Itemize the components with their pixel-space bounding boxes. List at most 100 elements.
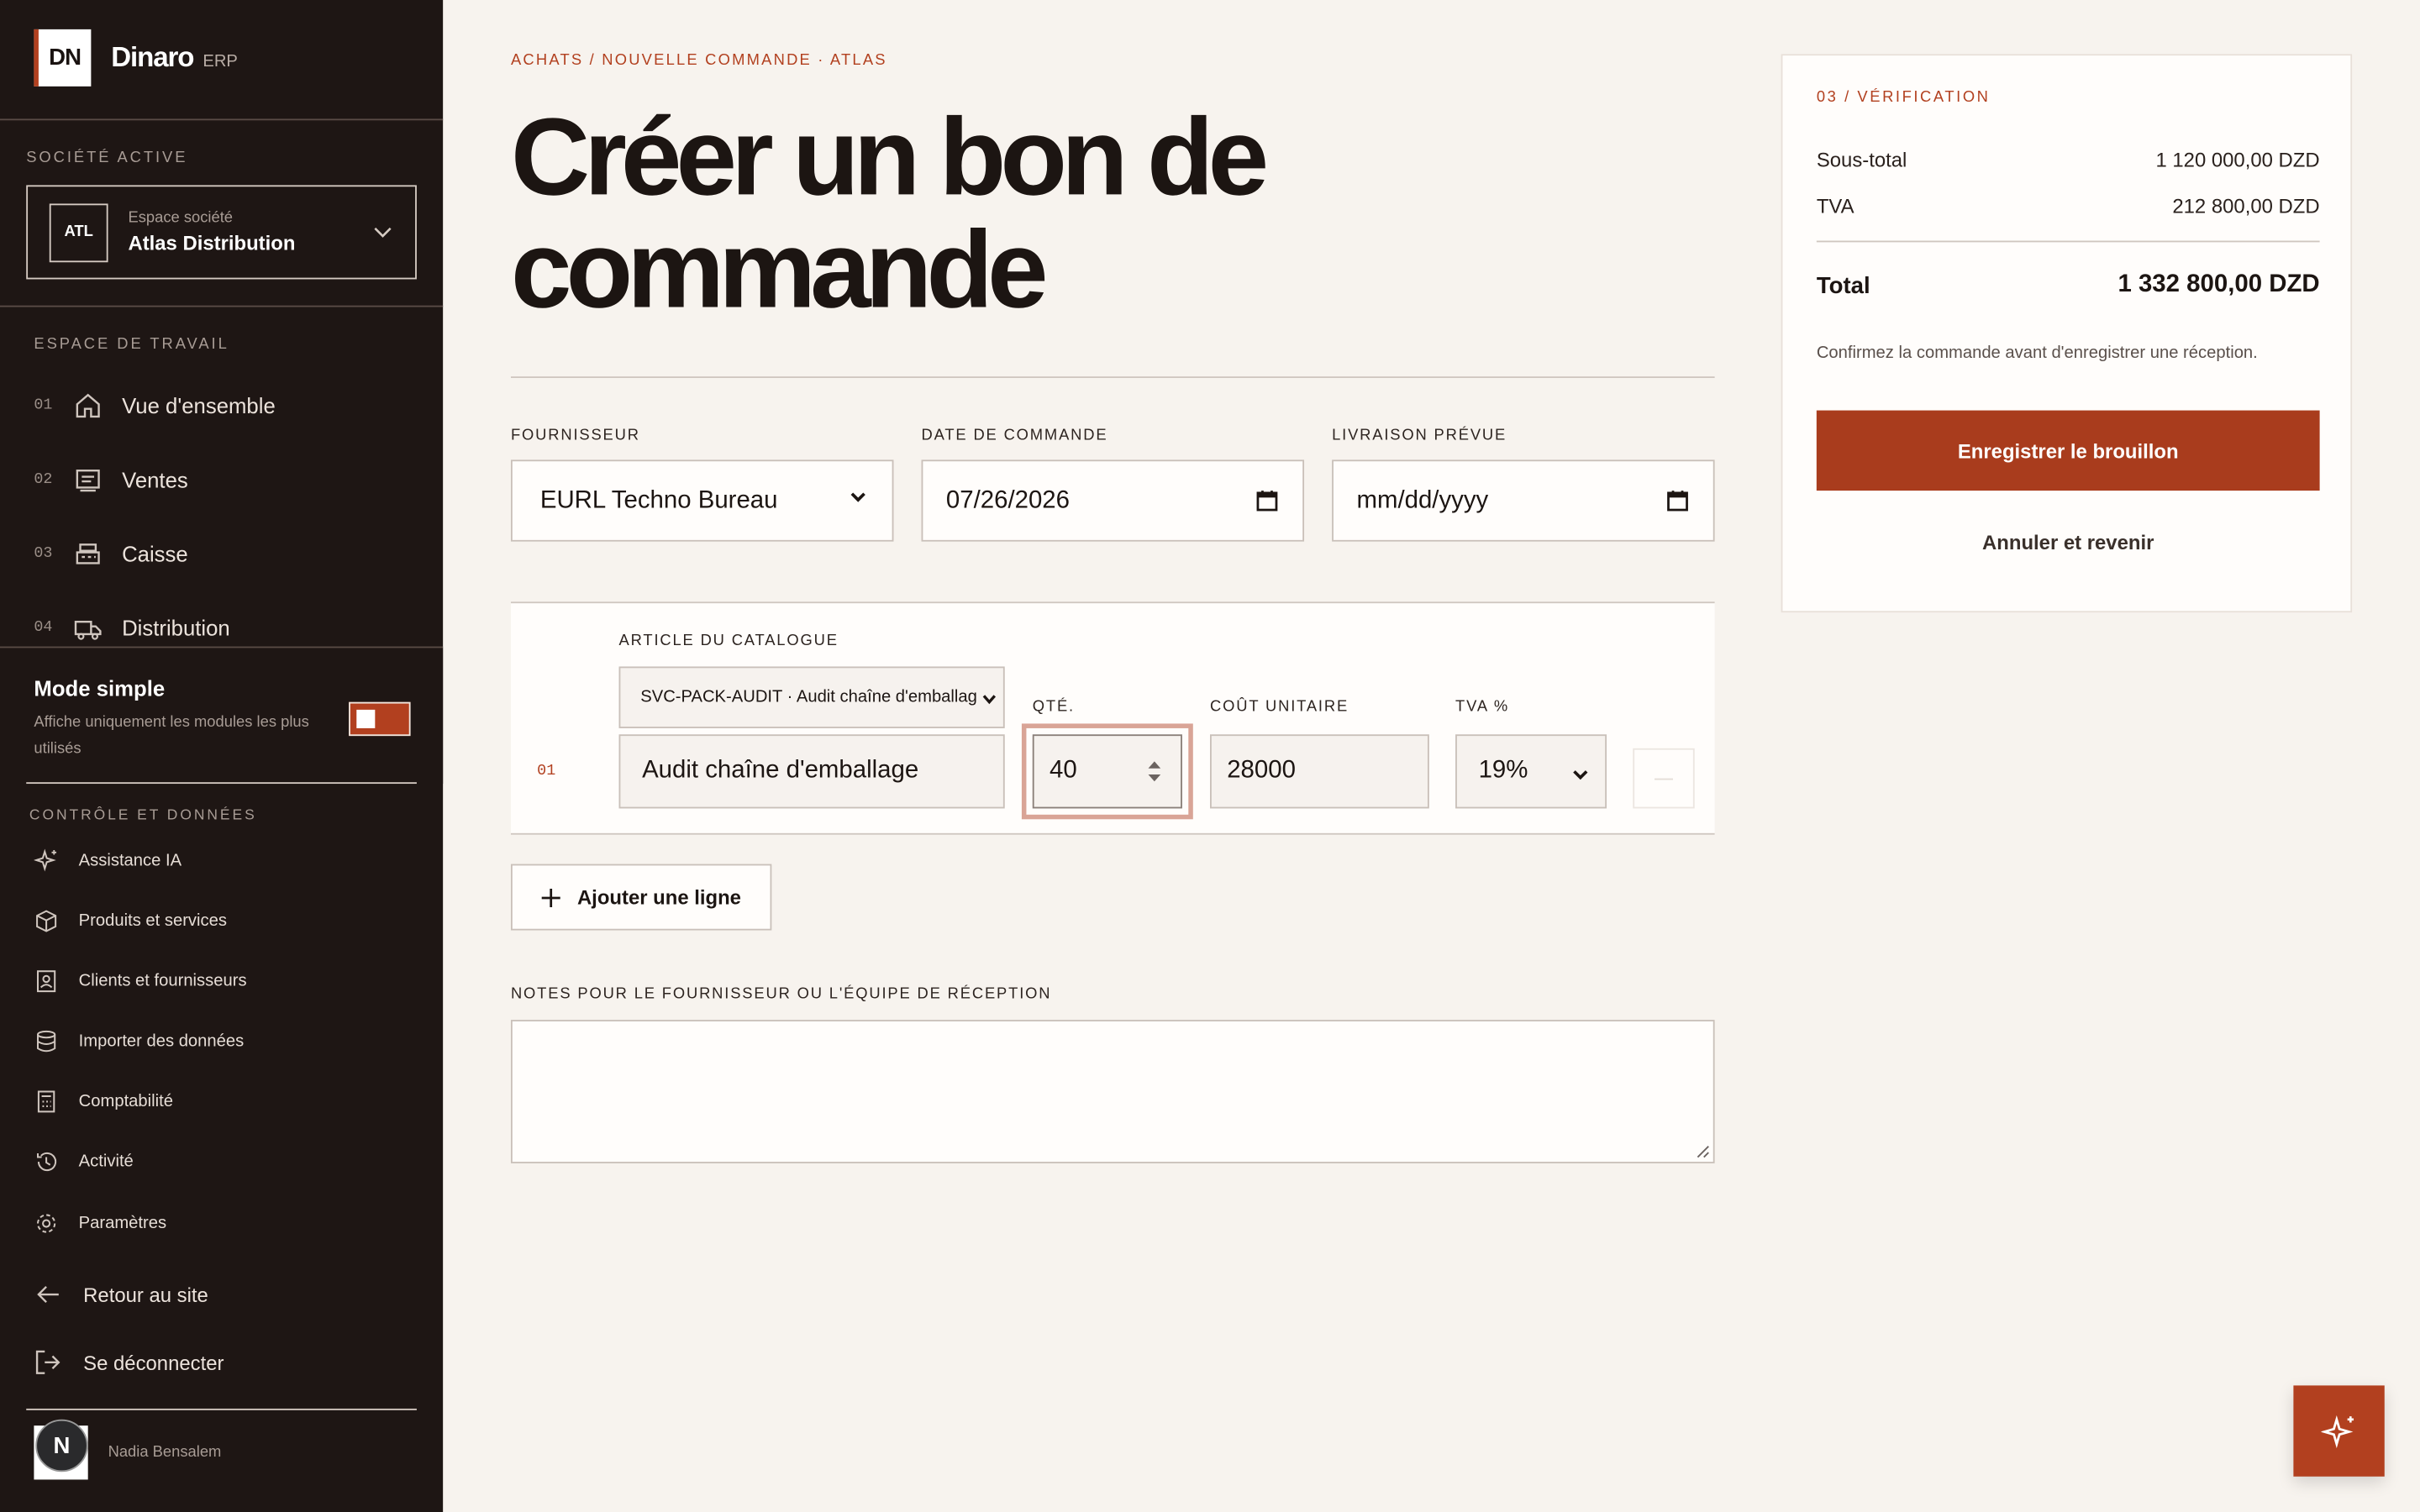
calendar-icon xyxy=(1256,491,1278,512)
save-draft-button[interactable]: Enregistrer le brouillon xyxy=(1816,410,2320,491)
line-index: 01 xyxy=(537,764,556,781)
nav-item-distribution[interactable]: 04 Distribution xyxy=(34,610,229,647)
subtotal-label: Sous-total xyxy=(1816,148,1907,171)
company-badge: ATL xyxy=(49,202,108,262)
line-description-value: Audit chaîne d'emballage xyxy=(642,757,919,785)
notes-label: NOTES POUR LE FOURNISSEUR OU L'ÉQUIPE DE… xyxy=(510,985,1052,1003)
total-row: Total 1 332 800,00 DZD xyxy=(1817,271,2320,299)
tool-label: Assistance IA xyxy=(78,851,182,870)
database-icon xyxy=(34,1029,58,1053)
tool-activity[interactable]: Activité xyxy=(34,1147,134,1178)
nav-number: 02 xyxy=(34,471,53,489)
tool-accounting[interactable]: Comptabilité xyxy=(34,1086,173,1117)
calculator-icon xyxy=(34,1089,58,1114)
nav-label: Ventes xyxy=(122,467,188,492)
tool-products[interactable]: Produits et services xyxy=(34,906,227,937)
divider xyxy=(26,782,417,785)
tool-label: Paramètres xyxy=(78,1214,167,1233)
vat-label: TVA % xyxy=(1455,699,1510,717)
box-icon xyxy=(34,909,58,933)
subtotal-row: Sous-total 1 120 000,00 DZD xyxy=(1817,148,2320,171)
vat-select[interactable]: 19% xyxy=(1455,734,1607,809)
nav-number: 04 xyxy=(34,619,53,637)
logout-label: Se déconnecter xyxy=(83,1351,224,1374)
nav-number: 03 xyxy=(34,545,53,563)
home-icon xyxy=(74,392,102,420)
gear-icon xyxy=(34,1211,58,1236)
simple-mode-description: Affiche uniquement les modules les plus … xyxy=(34,714,309,758)
ai-assistant-button[interactable] xyxy=(2293,1385,2385,1477)
company-switcher[interactable]: ATL Espace société Atlas Distribution xyxy=(26,185,417,280)
brand-sub: ERP xyxy=(203,51,238,71)
sparkle-icon xyxy=(2320,1414,2354,1448)
divider xyxy=(0,305,444,307)
chevron-down-icon xyxy=(982,695,997,705)
back-label: Retour au site xyxy=(83,1283,208,1306)
avatar: N xyxy=(34,1419,88,1480)
delivery-date-input[interactable]: mm/dd/yyyy xyxy=(1332,459,1715,542)
back-to-site-link[interactable]: Retour au site xyxy=(34,1280,208,1308)
logout-link[interactable]: Se déconnecter xyxy=(34,1348,224,1376)
tool-label: Importer des données xyxy=(78,1032,245,1051)
qty-value: 40 xyxy=(1049,757,1077,785)
logout-icon xyxy=(35,1350,60,1374)
remove-line-button[interactable] xyxy=(1633,748,1695,809)
supplier-label: FOURNISSEUR xyxy=(510,427,640,444)
vat-row: TVA 212 800,00 DZD xyxy=(1817,194,2320,218)
total-value: 1 332 800,00 DZD xyxy=(2118,271,2320,298)
vat-total-value: 212 800,00 DZD xyxy=(2172,194,2320,218)
cancel-button[interactable]: Annuler et revenir xyxy=(1817,531,2320,554)
tool-ai-assistance[interactable]: Assistance IA xyxy=(34,846,182,877)
page-title: Créer un bon de commande xyxy=(510,97,1269,332)
user-profile[interactable]: N Nadia Bensalem xyxy=(34,1419,222,1480)
simple-mode-toggle[interactable] xyxy=(349,701,411,737)
order-date-input[interactable]: 07/26/2026 xyxy=(921,459,1305,542)
chevron-down-icon xyxy=(374,227,392,238)
avatar-initial: N xyxy=(35,1419,88,1473)
summary-label: 03 / VÉRIFICATION xyxy=(1816,89,1991,107)
summary-note: Confirmez la commande avant d'enregistre… xyxy=(1816,344,2258,363)
company-caption: Espace société xyxy=(128,209,234,227)
simple-mode-title: Mode simple xyxy=(34,675,166,701)
tool-contacts[interactable]: Clients et fournisseurs xyxy=(34,966,247,997)
resize-handle-icon[interactable] xyxy=(1697,1145,1711,1159)
vat-total-label: TVA xyxy=(1816,194,1854,218)
supplier-value: EURL Techno Bureau xyxy=(539,486,778,513)
add-line-button[interactable]: Ajouter une ligne xyxy=(510,864,772,931)
brand-name: Dinaro xyxy=(111,41,194,73)
unit-cost-input[interactable]: 28000 xyxy=(1210,734,1429,809)
breadcrumb: ACHATS / NOUVELLE COMMANDE · ATLAS xyxy=(510,52,887,70)
catalog-label: ARTICLE DU CATALOGUE xyxy=(618,633,839,650)
catalog-select[interactable]: SVC-PACK-AUDIT · Audit chaîne d'emballag xyxy=(618,666,1005,728)
tool-settings[interactable]: Paramètres xyxy=(34,1208,166,1239)
truck-icon xyxy=(74,614,102,642)
notes-textarea[interactable] xyxy=(510,1020,1715,1163)
line-description-input[interactable]: Audit chaîne d'emballage xyxy=(618,734,1005,809)
divider xyxy=(0,118,444,121)
qty-input[interactable]: 40 xyxy=(1032,734,1182,809)
calendar-icon xyxy=(1667,491,1688,512)
unit-cost-value: 28000 xyxy=(1227,757,1296,785)
plus-icon xyxy=(541,888,560,907)
nav-item-cash[interactable]: 03 Caisse xyxy=(34,535,187,572)
nav-label: Distribution xyxy=(122,615,230,641)
tool-import[interactable]: Importer des données xyxy=(34,1026,244,1057)
chevron-down-icon xyxy=(1573,770,1588,780)
summary-panel: 03 / VÉRIFICATION Sous-total 1 120 000,0… xyxy=(1781,54,2353,613)
stepper-icon[interactable] xyxy=(1147,759,1162,784)
brand[interactable]: DN Dinaro ERP xyxy=(34,29,238,87)
nav-number: 01 xyxy=(34,396,53,415)
nav-item-overview[interactable]: 01 Vue d'ensemble xyxy=(34,387,275,424)
company-name: Atlas Distribution xyxy=(128,231,296,255)
qty-label: QTÉ. xyxy=(1032,699,1075,717)
tool-label: Produits et services xyxy=(78,911,227,931)
workspace-label: ESPACE DE TRAVAIL xyxy=(34,336,229,354)
simple-mode-panel: Mode simple Affiche uniquement les modul… xyxy=(0,648,444,785)
nav-item-sales[interactable]: 02 Ventes xyxy=(34,461,187,498)
nav-label: Caisse xyxy=(122,541,188,567)
tool-label: Activité xyxy=(78,1152,134,1172)
sparkle-icon xyxy=(34,848,58,873)
user-name: Nadia Bensalem xyxy=(108,1444,222,1462)
supplier-select[interactable]: EURL Techno Bureau xyxy=(510,459,894,542)
active-company-label: SOCIÉTÉ ACTIVE xyxy=(26,150,188,167)
